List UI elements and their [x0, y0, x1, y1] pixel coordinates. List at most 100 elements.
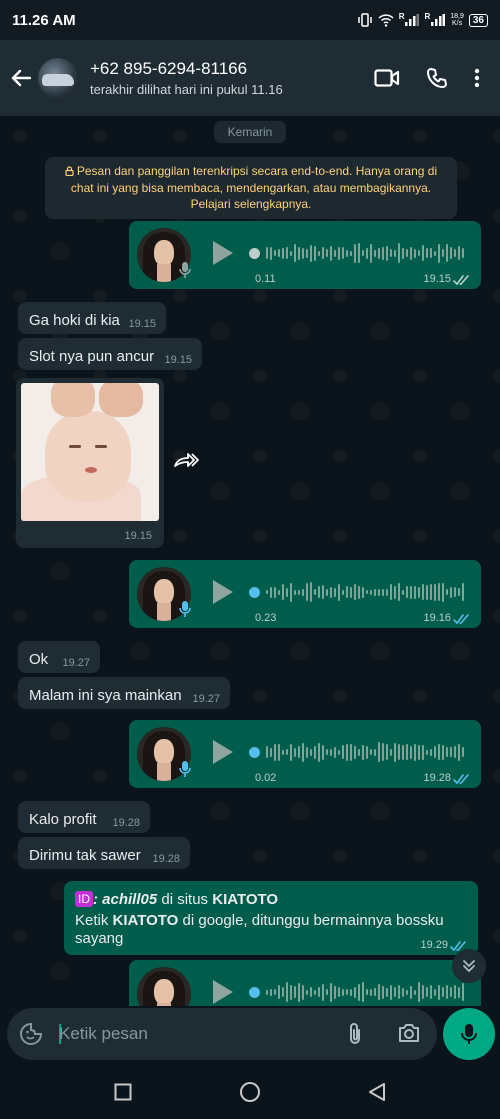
waveform-bar: [394, 585, 396, 599]
waveform-bar: [454, 587, 456, 597]
waveform-bar: [402, 589, 404, 595]
incoming-message[interactable]: Slot nya pun ancur 19.15: [18, 338, 202, 370]
waveform-bar: [286, 982, 288, 1002]
signal-label-2: R: [424, 11, 431, 21]
recents-icon[interactable]: [114, 1083, 132, 1101]
play-button[interactable]: [213, 980, 233, 1004]
phone-icon[interactable]: [426, 67, 448, 89]
waveform-bar: [434, 250, 436, 256]
waveform-bar: [366, 590, 368, 594]
attach-icon[interactable]: [347, 1022, 363, 1046]
message-text: Slot nya pun ancur: [29, 348, 155, 365]
seek-handle[interactable]: [249, 746, 260, 758]
incoming-message[interactable]: Ga hoki di kia 19.15: [18, 302, 166, 334]
image-thumbnail[interactable]: [21, 383, 159, 521]
waveform-bar: [414, 248, 416, 258]
waveform-bar: [350, 250, 352, 256]
waveform-bar: [458, 588, 460, 596]
message-input-box[interactable]: [7, 1008, 437, 1060]
outgoing-message[interactable]: ID: achill05 di situs KIATOTO Ketik KIAT…: [64, 881, 478, 955]
seek-handle[interactable]: [249, 986, 260, 998]
incoming-message[interactable]: Malam ini sya mainkan 19.27: [18, 677, 230, 709]
waveform-bar: [266, 247, 268, 259]
voice-note[interactable]: 0.11 19.15: [129, 221, 481, 289]
waveform-bar: [450, 586, 452, 598]
camera-icon[interactable]: [397, 1022, 421, 1044]
scroll-to-bottom-button[interactable]: [452, 949, 486, 983]
home-icon[interactable]: [239, 1081, 261, 1103]
waveform-bar: [302, 588, 304, 596]
emoji-sticker-icon[interactable]: [19, 1022, 43, 1046]
waveform-bar: [298, 589, 300, 595]
waveform-bar: [362, 586, 364, 598]
waveform-bar: [382, 588, 384, 596]
seek-handle[interactable]: [249, 247, 260, 259]
mic-button[interactable]: [443, 1008, 495, 1060]
back-button[interactable]: [6, 69, 36, 87]
read-ticks-icon: [453, 275, 469, 286]
waveform-bar: [370, 988, 372, 996]
message-line-1: ID: achill05 di situs KIATOTO: [75, 891, 278, 908]
waveform-bar: [266, 746, 268, 758]
waveform-bar: [422, 744, 424, 760]
id-badge: ID: [75, 891, 93, 907]
waveform-bar: [322, 983, 324, 1001]
message-text: Kalo profit: [29, 811, 97, 828]
contact-info[interactable]: +62 895-6294-81166 terakhir dilihat hari…: [90, 59, 283, 97]
waveform-bar: [350, 743, 352, 761]
signal-icon-1: [405, 14, 420, 26]
waveform[interactable]: [249, 980, 464, 1004]
seek-handle[interactable]: [249, 586, 260, 598]
waveform-bar: [338, 246, 340, 260]
waveform-bar: [438, 583, 440, 601]
waveform-bar: [342, 745, 344, 759]
waveform-bar: [294, 747, 296, 757]
waveform-bar: [282, 749, 284, 755]
waveform-bar: [398, 744, 400, 760]
waveform-bar: [290, 250, 292, 256]
waveform[interactable]: [249, 241, 464, 265]
more-vert-icon[interactable]: [474, 68, 480, 88]
waveform[interactable]: [249, 740, 464, 764]
forward-icon[interactable]: [174, 452, 200, 468]
message-input[interactable]: [59, 1020, 339, 1048]
play-button[interactable]: [213, 241, 233, 265]
back-nav-icon[interactable]: [368, 1082, 386, 1102]
waveform-bar: [450, 747, 452, 757]
waveform-bar: [286, 587, 288, 597]
waveform-bar: [462, 583, 464, 601]
waveform-bar: [390, 584, 392, 600]
chat-area[interactable]: Kemarin Pesan dan panggilan terenkripsi …: [0, 116, 500, 1006]
encryption-notice[interactable]: Pesan dan panggilan terenkripsi secara e…: [45, 157, 457, 219]
incoming-message[interactable]: Dirimu tak sawer 19.28: [18, 837, 190, 869]
play-button[interactable]: [213, 740, 233, 764]
waveform-bar: [446, 985, 448, 999]
image-message[interactable]: 19.15: [16, 378, 164, 548]
incoming-message[interactable]: Ok 19.27: [18, 641, 100, 673]
voice-note[interactable]: 0.23 19.16: [129, 560, 481, 628]
waveform-bar: [390, 249, 392, 257]
waveform-bar: [374, 588, 376, 596]
video-call-icon[interactable]: [374, 68, 400, 88]
waveform-bar: [390, 984, 392, 1000]
contact-avatar[interactable]: [38, 58, 78, 98]
header-actions: [374, 67, 480, 89]
voice-note[interactable]: 0.02 19.28: [129, 720, 481, 788]
waveform-bar: [346, 989, 348, 995]
waveform-bar: [418, 982, 420, 1002]
waveform[interactable]: [249, 580, 464, 604]
waveform-bar: [346, 586, 348, 598]
brand-name: KIATOTO: [112, 912, 179, 929]
waveform-bar: [422, 985, 424, 999]
waveform-bar: [410, 985, 412, 999]
voice-note[interactable]: [129, 960, 481, 1006]
incoming-message[interactable]: Kalo profit 19.28: [18, 801, 150, 833]
waveform-bar: [418, 586, 420, 598]
back-arrow-icon: [11, 69, 31, 87]
waveform-bar: [422, 584, 424, 600]
waveform-bar: [370, 243, 372, 263]
waveform-bar: [402, 247, 404, 259]
signal-icon-2: [431, 14, 446, 26]
waveform-bar: [386, 744, 388, 760]
play-button[interactable]: [213, 580, 233, 604]
